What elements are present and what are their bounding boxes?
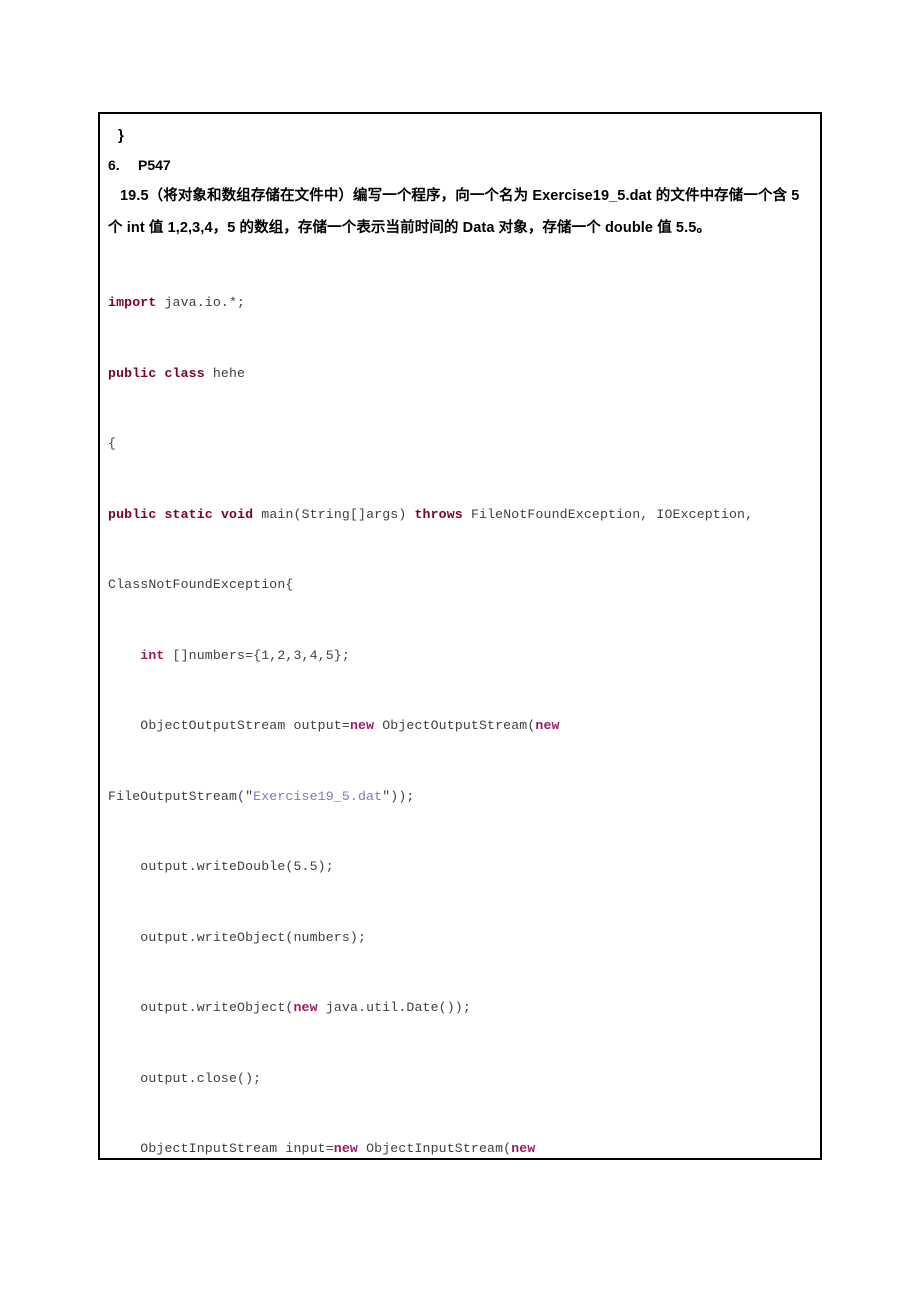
code-line: output.writeObject(new java.util.Date())…: [108, 1000, 471, 1015]
code-line: public class hehe: [108, 365, 246, 381]
code-line: output.writeDouble(5.5);: [108, 859, 334, 874]
section-number-6: 6.: [108, 157, 120, 173]
code-line: public static void main(String[]args) th…: [108, 506, 754, 522]
exercise-19-5-paragraph: 19.5（将对象和数组存储在文件中）编写一个程序，向一个名为 Exercise1…: [108, 188, 804, 236]
code-line: output.close();: [108, 1070, 262, 1086]
section-page-ref-6: P547: [138, 157, 171, 173]
code-line: ObjectOutputStream output=new ObjectOutp…: [108, 718, 560, 733]
code-line: FileOutputStream("Exercise19_5.dat"));: [108, 788, 415, 804]
code-line: {: [108, 436, 117, 451]
code-line: int []numbers={1,2,3,4,5};: [140, 647, 350, 663]
document-body: } 6. P547 19.5（将对象和数组存储在文件中）编写一个程序，向一个名为 …: [100, 114, 820, 1158]
document-page-frame: } 6. P547 19.5（将对象和数组存储在文件中）编写一个程序，向一个名为 …: [98, 112, 822, 1160]
stray-closing-brace: }: [118, 127, 124, 144]
code-line: output.writeObject(numbers);: [108, 929, 367, 945]
code-line: import java.io.*;: [108, 295, 246, 310]
code-line: ObjectInputStream input=new ObjectInputS…: [108, 1141, 536, 1156]
java-code-listing: import java.io.*; public class hehe { pu…: [108, 244, 806, 1158]
code-line: ClassNotFoundException{: [108, 577, 294, 592]
section-heading-6: 6. P547: [108, 150, 806, 180]
